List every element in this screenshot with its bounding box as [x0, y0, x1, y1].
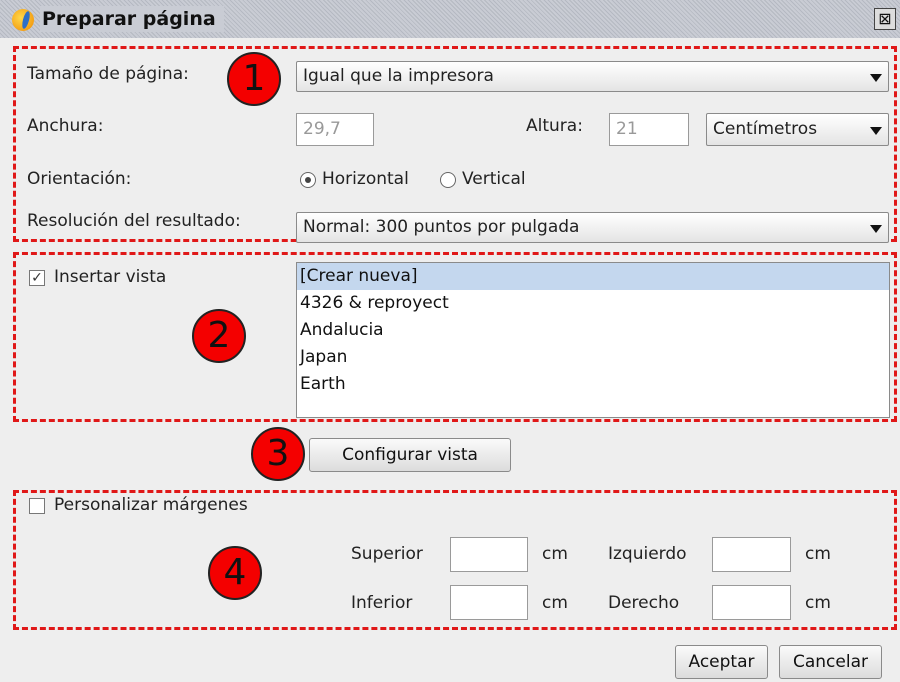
- margin-right-field[interactable]: [712, 585, 791, 620]
- margin-left-unit: cm: [805, 544, 831, 564]
- units-select[interactable]: Centímetros: [706, 113, 889, 146]
- radio-horizontal-label: Horizontal: [322, 169, 409, 189]
- page-size-select[interactable]: Igual que la impresora: [296, 61, 889, 92]
- height-field[interactable]: 21: [609, 113, 689, 146]
- view-list-item[interactable]: 4326 & reproyect: [297, 290, 889, 317]
- annotation-badge-1: 1: [227, 52, 281, 106]
- radio-vertical-label: Vertical: [462, 169, 526, 189]
- custom-margins-label: Personalizar márgenes: [54, 495, 248, 515]
- margin-left-field[interactable]: [712, 537, 791, 572]
- margin-top-unit: cm: [542, 544, 568, 564]
- annotation-badge-3: 3: [251, 427, 305, 481]
- radio-vertical[interactable]: [440, 172, 456, 188]
- page-size-value: Igual que la impresora: [303, 66, 494, 86]
- view-list[interactable]: [Crear nueva] 4326 & reproyect Andalucia…: [296, 262, 890, 418]
- configure-view-button[interactable]: Configurar vista: [309, 438, 511, 472]
- view-list-item[interactable]: Japan: [297, 344, 889, 371]
- resolution-label: Resolución del resultado:: [27, 211, 241, 231]
- accept-button[interactable]: Aceptar: [675, 645, 768, 679]
- margin-bottom-label: Inferior: [351, 593, 413, 613]
- chevron-down-icon: [870, 127, 882, 135]
- view-list-item[interactable]: [Crear nueva]: [297, 263, 889, 290]
- chevron-down-icon: [870, 225, 882, 233]
- margin-bottom-field[interactable]: [450, 585, 528, 620]
- close-icon[interactable]: ⊠: [874, 8, 896, 30]
- width-label: Anchura:: [27, 116, 104, 136]
- units-value: Centímetros: [713, 119, 818, 139]
- view-list-item[interactable]: Andalucia: [297, 317, 889, 344]
- height-label: Altura:: [526, 116, 583, 136]
- width-field[interactable]: 29,7: [296, 113, 374, 146]
- cancel-button[interactable]: Cancelar: [779, 645, 882, 679]
- margin-right-unit: cm: [805, 593, 831, 613]
- resolution-value: Normal: 300 puntos por pulgada: [303, 217, 580, 237]
- annotation-badge-4: 4: [208, 546, 262, 600]
- margin-top-label: Superior: [351, 544, 423, 564]
- page-setup-dialog: Preparar página ⊠ Tamaño de página: 1 Ig…: [0, 0, 900, 682]
- margin-right-label: Derecho: [608, 593, 680, 613]
- custom-margins-checkbox[interactable]: [29, 498, 45, 514]
- insert-view-checkbox[interactable]: ✓: [29, 270, 45, 286]
- margin-top-field[interactable]: [450, 537, 528, 572]
- app-logo-icon: [12, 9, 34, 31]
- insert-view-label: Insertar vista: [54, 267, 167, 287]
- annotation-badge-2: 2: [192, 309, 246, 363]
- resolution-select[interactable]: Normal: 300 puntos por pulgada: [296, 212, 889, 243]
- margin-left-label: Izquierdo: [608, 544, 687, 564]
- page-size-label: Tamaño de página:: [27, 64, 189, 84]
- dialog-title: Preparar página: [40, 6, 224, 32]
- margin-bottom-unit: cm: [542, 593, 568, 613]
- chevron-down-icon: [870, 74, 882, 82]
- view-list-item[interactable]: Earth: [297, 371, 889, 398]
- radio-horizontal[interactable]: [300, 172, 316, 188]
- orientation-label: Orientación:: [27, 169, 132, 189]
